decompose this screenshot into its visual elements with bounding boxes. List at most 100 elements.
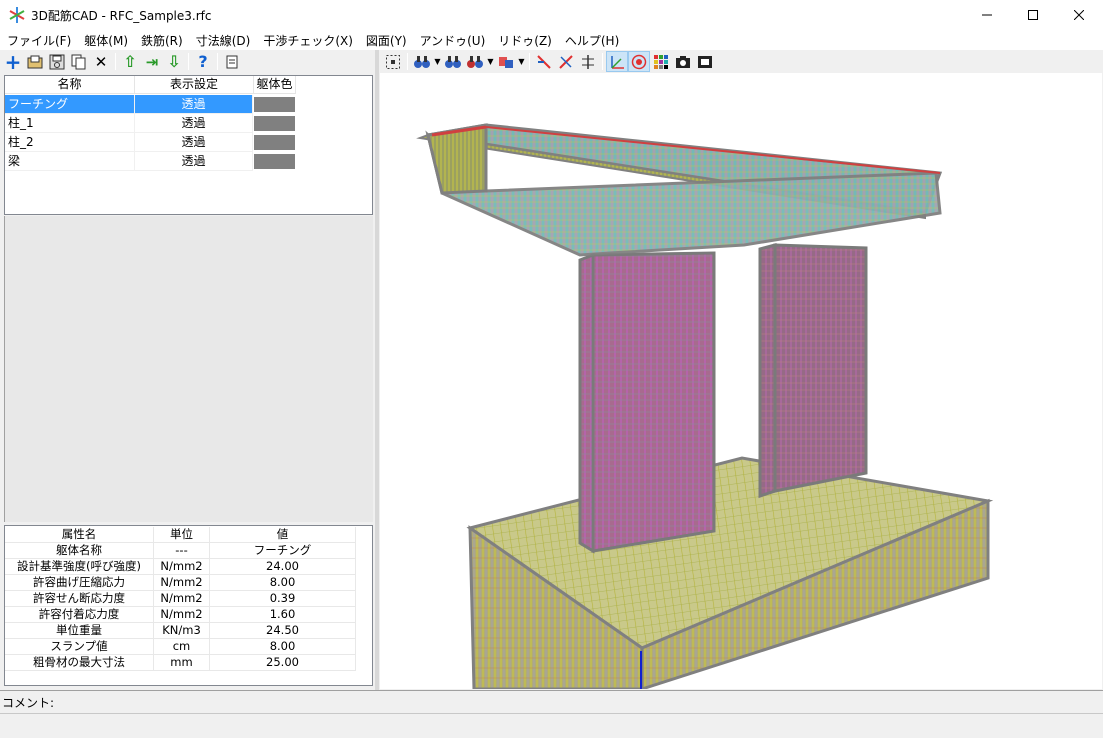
member-name: 梁 — [5, 152, 135, 171]
status-bar — [0, 713, 1103, 738]
property-table: 属性名 単位 値 躯体名称 --- フーチング 設計基準強度(呼び強度) N/m… — [4, 525, 373, 686]
axis-toggle-button[interactable] — [606, 51, 628, 72]
member-color-swatch[interactable] — [254, 97, 295, 112]
delete-button[interactable]: ✕ — [90, 51, 112, 72]
view-binoculars-icon — [414, 55, 430, 68]
close-button[interactable] — [1056, 0, 1102, 30]
dimension-icon — [537, 54, 551, 69]
panel-splitter[interactable] — [375, 50, 379, 690]
property-value[interactable]: 8.00 — [210, 575, 356, 591]
column-2-front-face[interactable] — [773, 243, 868, 493]
menu-rebar[interactable]: 鉄筋(R) — [134, 30, 189, 50]
property-value[interactable]: 25.00 — [210, 655, 356, 671]
window-title: 3D配筋CAD - RFC_Sample3.rfc — [31, 9, 212, 23]
align-button[interactable] — [577, 51, 599, 72]
view-side-dropdown-arrow[interactable]: ▼ — [486, 57, 495, 66]
view-binoculars-button[interactable] — [411, 51, 433, 72]
property-unit: --- — [154, 543, 210, 559]
toolbar-separator — [407, 53, 408, 70]
app-logo-icon — [9, 7, 25, 23]
view-front-button[interactable] — [442, 51, 464, 72]
document-button[interactable] — [221, 51, 243, 72]
align-icon — [582, 54, 594, 69]
property-value[interactable]: 1.60 — [210, 607, 356, 623]
menu-file[interactable]: ファイル(F) — [0, 30, 77, 50]
property-unit: N/mm2 — [154, 591, 210, 607]
3d-viewport[interactable] — [380, 73, 1102, 692]
rebar-display-button[interactable] — [555, 51, 577, 72]
target-button[interactable] — [628, 51, 650, 72]
member-color-swatch[interactable] — [254, 154, 295, 169]
help-button[interactable]: ? — [192, 51, 214, 72]
maximize-icon — [1028, 10, 1038, 20]
menu-redo[interactable]: リドゥ(Z) — [491, 30, 558, 50]
menu-drawing[interactable]: 図面(Y) — [359, 30, 413, 50]
menu-help[interactable]: ヘルプ(H) — [558, 30, 625, 50]
target-icon — [631, 54, 647, 69]
fit-view-button[interactable] — [382, 51, 404, 72]
view-axis-dropdown-arrow[interactable]: ▼ — [517, 57, 526, 66]
add-button[interactable]: + — [2, 51, 24, 72]
screenshot-button[interactable] — [694, 51, 716, 72]
camera-button[interactable] — [672, 51, 694, 72]
member-row[interactable]: 柱_2 透過 — [5, 133, 296, 152]
menu-dimension[interactable]: 寸法線(D) — [189, 30, 257, 50]
property-row[interactable]: 許容せん断応力度 N/mm2 0.39 — [5, 591, 356, 607]
property-row[interactable]: 設計基準強度(呼び強度) N/mm2 24.00 — [5, 559, 356, 575]
member-list-header-color[interactable]: 躯体色 — [254, 76, 296, 94]
view-axis-button[interactable] — [495, 51, 517, 72]
menu-member[interactable]: 躯体(M) — [77, 30, 134, 50]
open-button[interactable] — [24, 51, 46, 72]
property-row[interactable]: 許容付着応力度 N/mm2 1.60 — [5, 607, 356, 623]
property-row[interactable]: 躯体名称 --- フーチング — [5, 543, 356, 559]
help-icon: ? — [198, 52, 208, 71]
member-display-setting[interactable]: 透過 — [135, 152, 253, 171]
property-row[interactable]: 単位重量 KN/m3 24.50 — [5, 623, 356, 639]
menu-interference[interactable]: 干渉チェック(X) — [256, 30, 359, 50]
column-2-left-face[interactable] — [758, 243, 777, 499]
document-icon — [226, 55, 238, 68]
member-list-header-name[interactable]: 名称 — [5, 76, 135, 94]
dimension-button[interactable] — [533, 51, 555, 72]
indent-button[interactable]: ⇥ — [141, 51, 163, 72]
move-down-button[interactable]: ⇩ — [163, 51, 185, 72]
member-display-setting[interactable]: 透過 — [135, 114, 253, 133]
view-dropdown-arrow[interactable]: ▼ — [433, 57, 442, 66]
copy-button[interactable] — [68, 51, 90, 72]
color-palette-button[interactable] — [650, 51, 672, 72]
property-value[interactable]: 0.39 — [210, 591, 356, 607]
property-value[interactable]: 24.50 — [210, 623, 356, 639]
property-row[interactable]: 粗骨材の最大寸法 mm 25.00 — [5, 655, 356, 671]
minimize-icon — [982, 14, 992, 16]
property-name: 粗骨材の最大寸法 — [5, 655, 154, 671]
member-row[interactable]: 梁 透過 — [5, 152, 296, 171]
property-row[interactable]: 許容曲げ圧縮応力 N/mm2 8.00 — [5, 575, 356, 591]
member-display-setting[interactable]: 透過 — [135, 95, 253, 114]
save-button[interactable] — [46, 51, 68, 72]
close-icon — [1074, 10, 1084, 20]
member-toolbar: + ✕ ⇧ ⇥ ⇩ ? — [2, 50, 374, 73]
toolbar-separator — [602, 53, 603, 70]
member-color-swatch[interactable] — [254, 116, 295, 131]
maximize-button[interactable] — [1010, 0, 1056, 30]
member-list-header-display[interactable]: 表示設定 — [135, 76, 254, 94]
rebar-3d-model[interactable] — [380, 73, 1102, 692]
property-value[interactable]: フーチング — [210, 543, 356, 559]
column-1-left-face[interactable] — [578, 252, 595, 554]
empty-panel-area — [4, 216, 373, 522]
move-down-icon: ⇩ — [167, 52, 181, 71]
member-row[interactable]: 柱_1 透過 — [5, 114, 296, 133]
view-side-button[interactable] — [464, 51, 486, 72]
member-display-setting[interactable]: 透過 — [135, 133, 253, 152]
move-up-button[interactable]: ⇧ — [119, 51, 141, 72]
member-color-swatch[interactable] — [254, 135, 295, 150]
menu-undo[interactable]: アンドゥ(U) — [413, 30, 492, 50]
column-1-front-face[interactable] — [591, 251, 716, 553]
property-name: 設計基準強度(呼び強度) — [5, 559, 154, 575]
minimize-button[interactable] — [964, 0, 1010, 30]
rebar-display-icon — [559, 54, 573, 69]
member-row[interactable]: フーチング 透過 — [5, 95, 296, 114]
property-value[interactable]: 8.00 — [210, 639, 356, 655]
property-value[interactable]: 24.00 — [210, 559, 356, 575]
property-row[interactable]: スランプ値 cm 8.00 — [5, 639, 356, 655]
